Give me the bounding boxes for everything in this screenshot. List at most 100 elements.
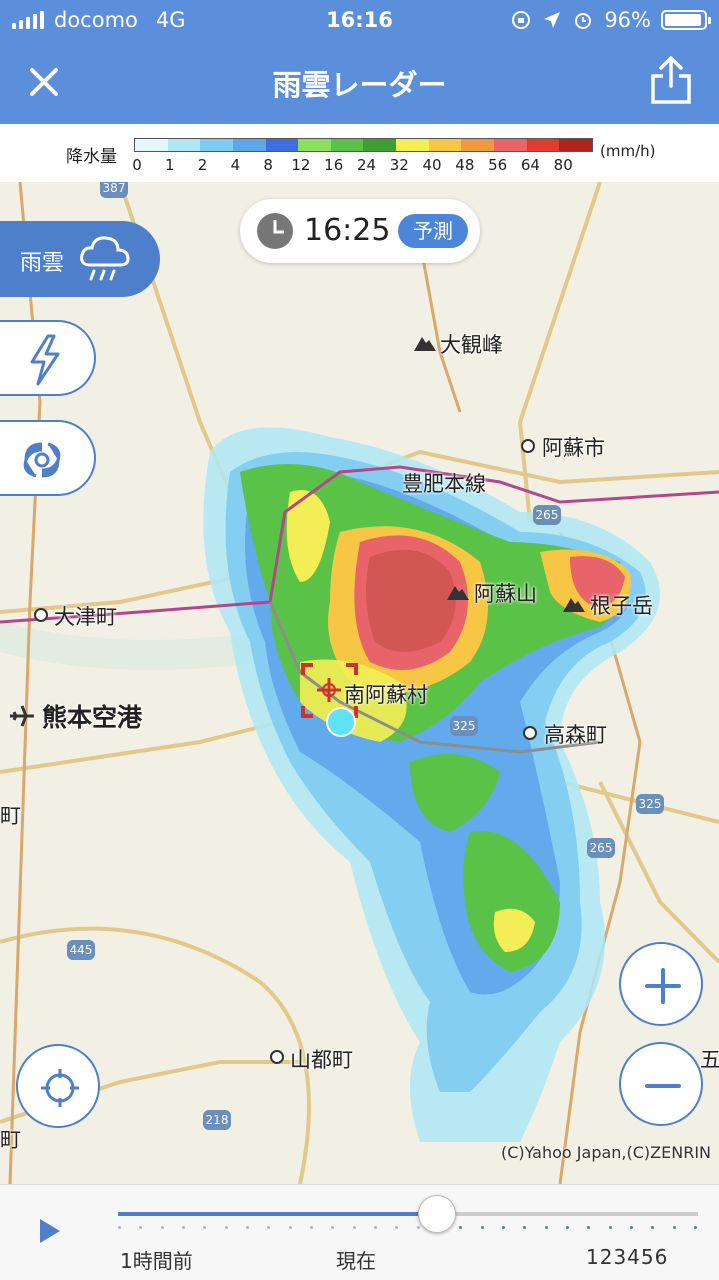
- legend-tick: 12: [291, 156, 311, 174]
- play-icon[interactable]: [36, 1215, 64, 1247]
- timeline-tick: [608, 1226, 612, 1229]
- legend-tick: 40: [422, 156, 442, 174]
- timeline-tick: [182, 1226, 185, 1229]
- status-bar: docomo 4G 16:16 96%: [0, 0, 719, 40]
- timeline-bar: 1時間前 現在 123456: [0, 1184, 719, 1280]
- timeline-tick: [331, 1226, 335, 1229]
- share-icon[interactable]: [647, 54, 695, 106]
- legend-tick: 1: [165, 156, 175, 174]
- timeline-tick: [288, 1226, 292, 1229]
- forecast-time-display[interactable]: 16:25 予測: [240, 199, 480, 263]
- timeline-tick: [480, 1226, 484, 1229]
- timeline-tick: [566, 1226, 569, 1229]
- minus-icon: [645, 1084, 681, 1088]
- typhoon-layer-toggle[interactable]: [0, 420, 96, 496]
- timeline-track[interactable]: [118, 1212, 698, 1216]
- map-copyright: (C)Yahoo Japan,(C)ZENRIN: [500, 1143, 711, 1162]
- legend-swatch: [167, 139, 201, 151]
- legend-swatch: [363, 139, 397, 151]
- timeline-tick: [459, 1226, 463, 1229]
- forecast-badge: 予測: [398, 214, 468, 248]
- mountain-icon: [447, 586, 469, 600]
- timeline-tick: [203, 1226, 207, 1229]
- legend-swatch: [265, 139, 299, 151]
- airport-icon: [10, 705, 34, 727]
- top-bar: docomo 4G 16:16 96% 雨雲レーダー: [0, 0, 719, 124]
- battery-percent: 96%: [604, 8, 651, 32]
- legend-swatch: [298, 139, 331, 151]
- timeline-tick: [310, 1226, 313, 1229]
- place-edge-cho2: 町: [0, 1128, 21, 1152]
- legend-swatch: [200, 139, 233, 151]
- road-shield: 265: [587, 838, 615, 858]
- timeline-tick: [587, 1226, 591, 1229]
- legend-swatch: [330, 139, 364, 151]
- legend-swatch: [494, 139, 527, 151]
- place-daikanbo: 大観峰: [440, 333, 503, 357]
- place-kumamoto-airport: 熊本空港: [42, 703, 143, 732]
- timeline-tick: [502, 1226, 505, 1229]
- legend-tick: 48: [455, 156, 475, 174]
- legend-tick: 32: [389, 156, 409, 174]
- place-yamato: 山都町: [290, 1048, 353, 1072]
- battery-icon: [661, 10, 711, 30]
- legend-tick: 24: [356, 156, 377, 174]
- location-arrow-icon: [544, 12, 561, 28]
- timeline-tick: [523, 1226, 527, 1229]
- timeline-label-past: 1時間前: [120, 1249, 193, 1273]
- timeline-tick: [352, 1226, 356, 1229]
- place-minamiaso: 南阿蘇村: [344, 683, 428, 707]
- legend-swatch: [559, 139, 592, 151]
- legend-tick: 2: [197, 156, 208, 174]
- zoom-in-button[interactable]: [619, 942, 703, 1026]
- timeline-tick: [672, 1226, 676, 1229]
- place-edge-go: 五: [700, 1048, 719, 1072]
- place-hohi-line: 豊肥本線: [402, 472, 486, 496]
- place-edge-cho: 町: [0, 804, 21, 828]
- road-shield: 325: [636, 794, 664, 814]
- crosshair-icon: [41, 1069, 79, 1107]
- forecast-time: 16:25: [304, 213, 391, 248]
- place-aso-city: 阿蘇市: [542, 436, 605, 460]
- timeline-tick: [651, 1226, 655, 1229]
- mountain-icon: [563, 598, 585, 612]
- timeline-tick: [544, 1226, 548, 1229]
- timeline-label-future: 123456: [586, 1245, 669, 1269]
- place-takamori: 高森町: [544, 723, 607, 747]
- timeline-tick: [630, 1226, 633, 1229]
- timeline-label-now: 現在: [336, 1249, 376, 1273]
- precipitation-legend: 降水量 0 1 2 4 8 12 16 24 32 40 48 56 64 80 (mm/h): [0, 124, 719, 182]
- road-shield: 218: [203, 1110, 231, 1130]
- road-shield: 265: [533, 505, 561, 525]
- timeline-tick: [395, 1226, 399, 1229]
- legend-ticks: 0 1 2 4 8 12 16 24 32 40 48 56 64 80: [132, 156, 593, 176]
- current-location-button[interactable]: [16, 1044, 100, 1128]
- zoom-out-button[interactable]: [619, 1042, 703, 1126]
- poi-marker: [521, 439, 535, 453]
- road-shield: 325: [450, 716, 478, 736]
- place-nekodake: 根子岳: [590, 594, 653, 618]
- mountain-icon: [414, 337, 436, 351]
- legend-tick: 4: [230, 156, 241, 174]
- poi-marker: [523, 726, 537, 740]
- lightning-icon: [30, 334, 60, 386]
- legend-swatch: [526, 139, 560, 151]
- road-shield: 387: [100, 182, 128, 198]
- timeline-slider-knob[interactable]: [418, 1195, 456, 1233]
- poi-marker: [270, 1050, 284, 1064]
- legend-tick: 80: [553, 156, 573, 174]
- rain-cloud-icon: [80, 236, 130, 281]
- typhoon-icon: [23, 442, 61, 478]
- legend-unit: (mm/h): [600, 142, 656, 160]
- rain-layer-toggle[interactable]: 雨雲: [0, 221, 160, 297]
- page-title: 雨雲レーダー: [272, 68, 447, 102]
- radar-map[interactable]: 16:25 予測 雨雲 大観峰 阿蘇市 豊肥本線 阿蘇山 根子岳 大津町 南阿蘇…: [0, 182, 719, 1184]
- timeline-tick: [160, 1226, 164, 1229]
- legend-color-bar: [134, 138, 593, 152]
- lightning-layer-toggle[interactable]: [0, 320, 96, 396]
- timeline-tick: [416, 1226, 420, 1229]
- timeline-tick: [139, 1226, 143, 1229]
- legend-swatch: [428, 139, 462, 151]
- timeline-tick: [118, 1226, 121, 1229]
- legend-tick: 8: [263, 156, 273, 174]
